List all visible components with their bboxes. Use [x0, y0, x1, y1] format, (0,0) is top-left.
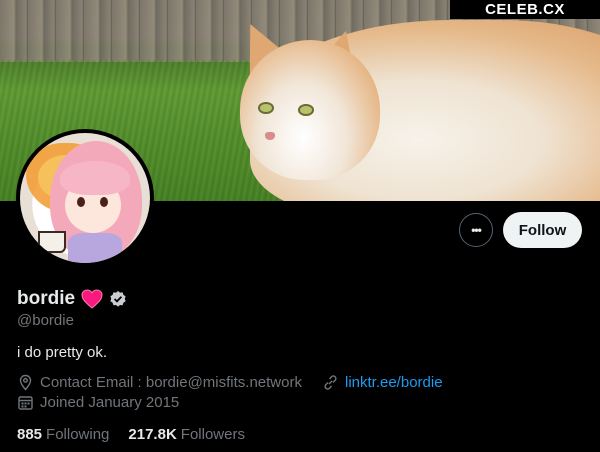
avatar-bangs — [60, 161, 130, 195]
banner-cat-nose — [265, 132, 275, 140]
bio: i do pretty ok. — [17, 344, 108, 361]
more-options-icon: ••• — [471, 223, 482, 237]
verified-badge-icon[interactable] — [109, 290, 127, 308]
avatar[interactable] — [16, 129, 154, 267]
calendar-icon — [17, 394, 34, 411]
following-stat[interactable]: 885 Following — [17, 426, 109, 443]
profile-meta-row: Joined January 2015 — [17, 394, 179, 411]
followers-stat[interactable]: 217.8K Followers — [128, 426, 245, 443]
contact-email: Contact Email : bordie@misfits.network — [40, 374, 302, 391]
following-count: 885 — [17, 426, 43, 443]
location-pin-icon — [17, 374, 34, 391]
profile-website-link[interactable]: linktr.ee/bordie — [345, 374, 443, 391]
banner-cat-eye — [258, 102, 274, 114]
following-label: Following — [46, 426, 110, 443]
heart-icon — [81, 289, 103, 309]
avatar-eye — [100, 197, 108, 207]
display-name-row: bordie — [17, 288, 127, 310]
banner-cat-eye — [298, 104, 314, 116]
followers-count: 217.8K — [128, 426, 177, 443]
followers-label: Followers — [180, 426, 245, 443]
coffee-cup-icon — [38, 231, 66, 253]
user-handle: @bordie — [17, 312, 74, 329]
follow-button[interactable]: Follow — [503, 212, 582, 248]
joined-date: Joined January 2015 — [40, 394, 180, 411]
avatar-dress — [68, 233, 122, 263]
link-icon — [322, 374, 339, 391]
more-options-button[interactable]: ••• — [459, 213, 493, 247]
avatar-image — [20, 133, 150, 263]
follow-stats: 885 Following 217.8K Followers — [17, 426, 245, 443]
display-name: bordie — [17, 288, 76, 309]
watermark: CELEB.CX — [450, 0, 600, 19]
profile-meta-row: Contact Email : bordie@misfits.network l… — [17, 374, 443, 391]
avatar-eye — [77, 197, 85, 207]
